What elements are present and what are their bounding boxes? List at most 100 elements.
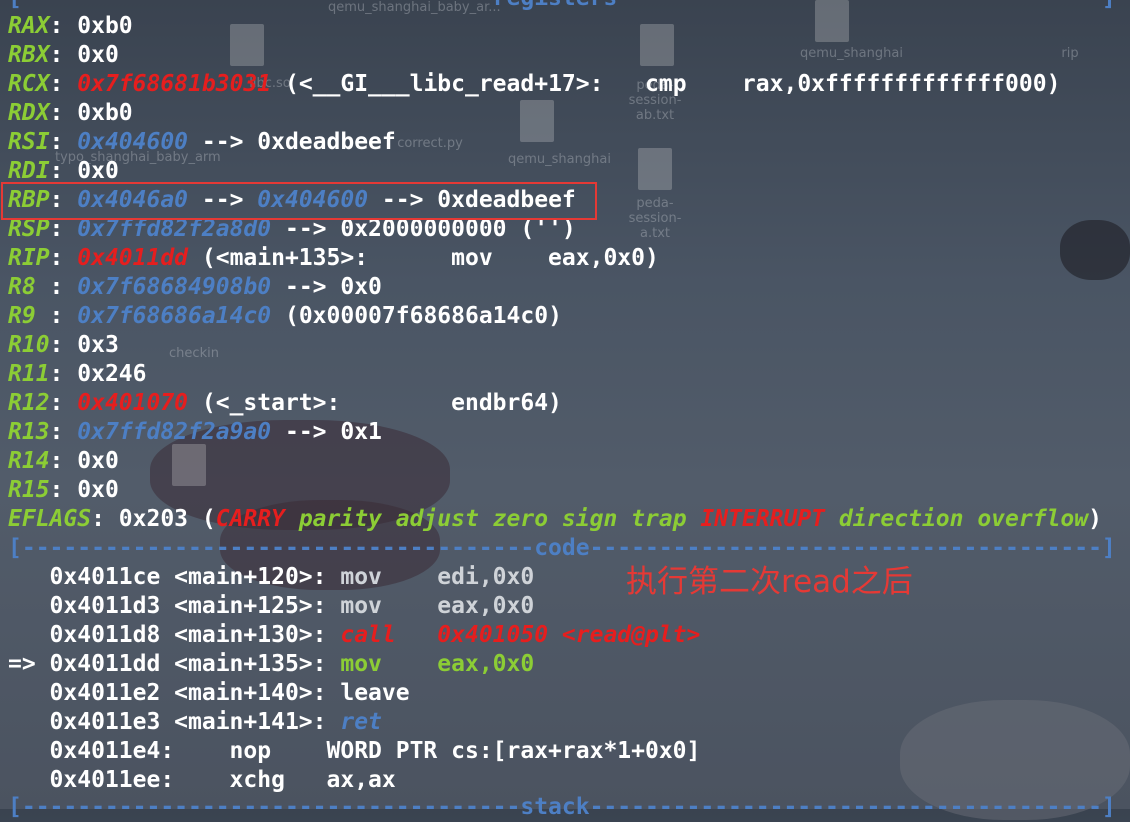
register-detail: (0x00007f68686a14c0)	[271, 303, 562, 329]
code-address: 0x4011ee:	[49, 767, 175, 793]
register-r8: R8 : 0x7f68684908b0 --> 0x0	[8, 274, 382, 300]
register-address: 0x7f68681b3031	[77, 71, 272, 97]
register-r11: R11: 0x246	[8, 361, 147, 387]
eflags-value: : 0x203 (	[91, 506, 216, 532]
register-r9: R9 : 0x7f68686a14c0 (0x00007f68686a14c0)	[8, 303, 562, 329]
code-args: WORD PTR cs:[rax+rax*1+0x0]	[326, 738, 701, 764]
code-prefix	[8, 622, 50, 648]
register-name: RDX	[8, 100, 50, 126]
register-address: 0x404600	[77, 129, 189, 155]
code-line: 0x4011e2 <main+140>: leave	[8, 679, 410, 708]
code-line: 0x4011ce <main+120>: mov edi,0x0	[8, 563, 535, 592]
register-name: RAX	[8, 13, 50, 39]
code-address: 0x4011d3 <main+125>:	[49, 593, 327, 619]
register-value: 0xb0	[77, 13, 133, 39]
code-args: eax,0x0	[437, 651, 535, 677]
register-rip: RIP: 0x4011dd (<main+135>: mov eax,0x0)	[8, 245, 659, 271]
code-line: 0x4011e3 <main+141>: ret	[8, 708, 382, 737]
code-args: eax,0x0	[437, 593, 535, 619]
code-prefix	[8, 738, 50, 764]
register-r10: R10: 0x3	[8, 332, 119, 358]
register-r13: R13: 0x7ffd82f2a9a0 --> 0x1	[8, 419, 382, 445]
register-rcx: RCX: 0x7f68681b3031 (<__GI___libc_read+1…	[8, 71, 1061, 97]
register-rdx: RDX: 0xb0	[8, 100, 133, 126]
register-name: R11	[8, 361, 50, 387]
code-opcode: nop	[174, 738, 327, 764]
flag-carry: CARRY	[215, 506, 285, 532]
register-address: 0x7f68686a14c0	[77, 303, 272, 329]
code-args: 0x401050 <read@plt>	[437, 622, 701, 648]
code-address: 0x4011dd <main+135>:	[49, 651, 327, 677]
register-name: R8	[8, 274, 50, 300]
register-name: R15	[8, 477, 50, 503]
eflags-label: EFLAGS	[8, 506, 92, 532]
flags-clear: parity adjust zero sign trap	[284, 506, 701, 532]
registers-header: [----------------------------------regis…	[8, 0, 1116, 13]
stack-header: [------------------------------------sta…	[8, 794, 1116, 820]
code-opcode: call	[326, 622, 438, 648]
register-value: 0x0	[77, 158, 119, 184]
code-line-current: => 0x4011dd <main+135>: mov eax,0x0	[8, 650, 534, 679]
code-address: 0x4011d8 <main+130>:	[49, 622, 327, 648]
register-name: R10	[8, 332, 50, 358]
register-detail: --> 0x1	[271, 419, 382, 445]
register-detail: --> 0xdeadbeef	[188, 129, 396, 155]
register-rax: RAX: 0xb0	[8, 13, 133, 39]
code-args: ax,ax	[326, 767, 396, 793]
code-header: [-------------------------------------co…	[8, 535, 1116, 561]
rbp-highlight-box	[1, 182, 597, 220]
register-name: RBX	[8, 42, 50, 68]
register-detail: (<__GI___libc_read+17>: cmp rax,0xffffff…	[271, 71, 1061, 97]
eflags-line: EFLAGS: 0x203 (CARRY parity adjust zero …	[8, 505, 1102, 534]
flag-interrupt: INTERRUPT	[700, 506, 826, 532]
code-opcode: mov	[326, 564, 438, 590]
register-r14: R14: 0x0	[8, 448, 119, 474]
code-prefix	[8, 564, 50, 590]
register-address: 0x4011dd	[77, 245, 189, 271]
register-r12: R12: 0x401070 (<_start>: endbr64)	[8, 390, 562, 416]
annotation-text: 执行第二次read之后	[626, 564, 913, 600]
code-prefix	[8, 680, 50, 706]
register-r15: R15: 0x0	[8, 477, 119, 503]
eflags-close: )	[1088, 506, 1102, 532]
register-name: RDI	[8, 158, 50, 184]
code-args: edi,0x0	[437, 564, 535, 590]
register-name: RCX	[8, 71, 50, 97]
code-prefix	[8, 709, 50, 735]
register-value: 0x0	[77, 477, 119, 503]
code-line: 0x4011e4: nop WORD PTR cs:[rax+rax*1+0x0…	[8, 737, 701, 766]
register-rsi: RSI: 0x404600 --> 0xdeadbeef	[8, 129, 396, 155]
flags-clear-2: direction overflow	[825, 506, 1089, 532]
current-instruction-arrow: =>	[8, 651, 50, 677]
register-address: 0x7f68684908b0	[77, 274, 272, 300]
register-name: R12	[8, 390, 50, 416]
register-address: 0x401070	[77, 390, 189, 416]
register-name: RIP	[8, 245, 50, 271]
register-address: 0x7ffd82f2a9a0	[77, 419, 272, 445]
register-detail: (<main+135>: mov eax,0x0)	[188, 245, 659, 271]
code-opcode: xchg	[174, 767, 327, 793]
register-detail: (<_start>: endbr64)	[188, 390, 562, 416]
register-value: 0x3	[77, 332, 119, 358]
code-address: 0x4011e4:	[49, 738, 175, 764]
register-value: 0x0	[77, 42, 119, 68]
register-rbx: RBX: 0x0	[8, 42, 119, 68]
register-name: RSI	[8, 129, 50, 155]
register-value: 0x0	[77, 448, 119, 474]
code-prefix	[8, 767, 50, 793]
code-opcode: ret	[326, 709, 382, 735]
code-line: 0x4011d8 <main+130>: call 0x401050 <read…	[8, 621, 701, 650]
register-value: 0xb0	[77, 100, 133, 126]
register-name: R14	[8, 448, 50, 474]
code-prefix	[8, 593, 50, 619]
code-opcode: mov	[326, 593, 438, 619]
register-detail: --> 0x0	[271, 274, 382, 300]
code-address: 0x4011ce <main+120>:	[49, 564, 327, 590]
register-name: R13	[8, 419, 50, 445]
code-address: 0x4011e2 <main+140>:	[49, 680, 327, 706]
register-name: R9	[8, 303, 50, 329]
register-value: 0x246	[77, 361, 147, 387]
code-opcode: leave	[326, 680, 410, 706]
code-line: 0x4011ee: xchg ax,ax	[8, 766, 396, 795]
code-opcode: mov	[326, 651, 438, 677]
